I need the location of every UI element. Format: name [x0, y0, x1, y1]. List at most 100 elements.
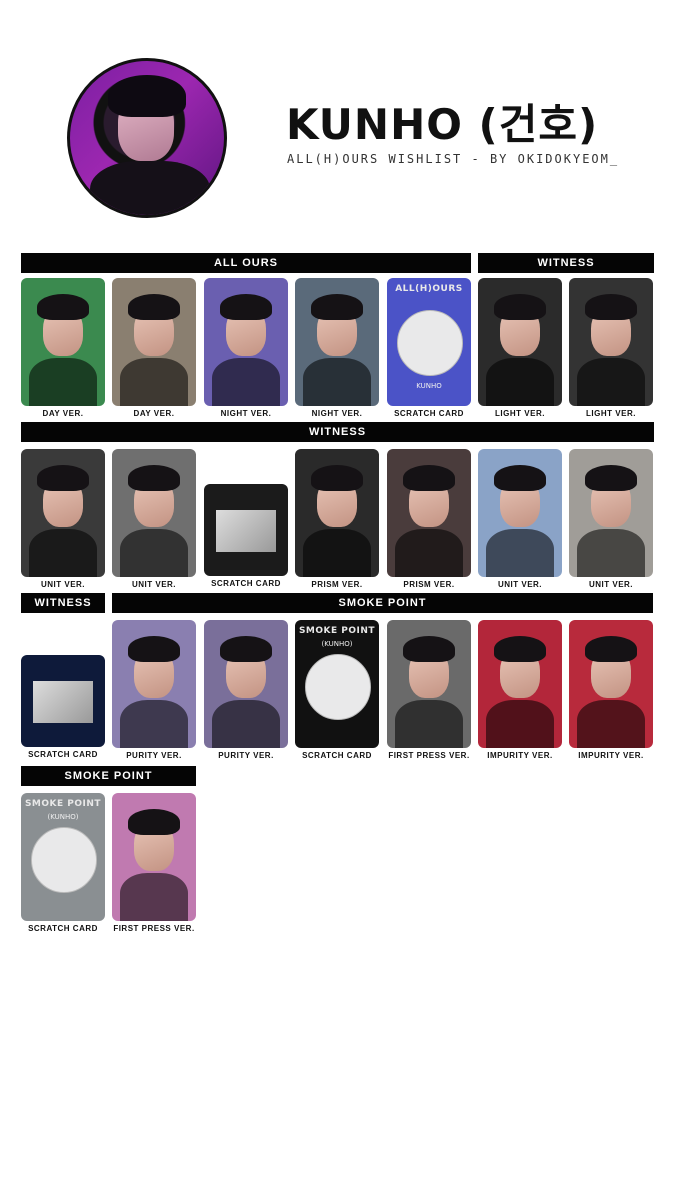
scratch-circle — [31, 827, 97, 893]
card-caption: PRISM VER. — [403, 580, 455, 589]
photocard — [112, 793, 196, 921]
card-body — [120, 358, 188, 406]
card-caption: SCRATCH CARD — [28, 750, 98, 759]
card-hair — [128, 636, 180, 662]
card-caption: FIRST PRESS VER. — [388, 751, 470, 760]
photocard — [478, 278, 562, 406]
card-hair — [128, 465, 180, 491]
photocard: SMOKE POINT (KUNHO) — [295, 620, 379, 748]
scratch-circle — [397, 310, 463, 376]
card-caption: LIGHT VER. — [495, 409, 545, 418]
page-subtitle: ALL(H)OURS WISHLIST - BY OKIDOKYEOM_ — [287, 152, 620, 166]
card-hair — [494, 636, 546, 662]
card-body — [577, 700, 645, 748]
photocard: SMOKE POINT (KUNHO) — [21, 793, 105, 921]
section-header-witness: WITNESS — [21, 422, 654, 442]
photocard — [387, 449, 471, 577]
card-hair — [311, 465, 363, 491]
card-body — [395, 529, 463, 577]
card-hair — [403, 465, 455, 491]
photocard — [569, 449, 653, 577]
photocard — [569, 278, 653, 406]
card-body — [577, 529, 645, 577]
photocard — [204, 278, 288, 406]
card-caption: SCRATCH CARD — [28, 924, 98, 933]
photocard — [112, 278, 196, 406]
card-caption: UNIT VER. — [40, 580, 86, 589]
card-hair — [220, 636, 272, 662]
card-hair — [585, 294, 637, 320]
card-caption: PRISM VER. — [311, 580, 363, 589]
card-caption: IMPURITY VER. — [487, 751, 553, 760]
card-body — [216, 510, 276, 552]
section-header-all-ours: ALL OURS — [21, 253, 471, 273]
photocard — [204, 620, 288, 748]
card-hair — [585, 636, 637, 662]
scratch-circle — [305, 654, 371, 720]
card-body — [120, 700, 188, 748]
section-header-smoke-point: SMOKE POINT — [21, 766, 196, 786]
photocard — [387, 620, 471, 748]
section-header-witness: WITNESS — [478, 253, 654, 273]
card-caption: FIRST PRESS VER. — [113, 924, 195, 933]
card-body — [120, 873, 188, 921]
card-body — [303, 358, 371, 406]
card-hair — [585, 465, 637, 491]
card-hair — [311, 294, 363, 320]
section-header-witness: WITNESS — [21, 593, 105, 613]
profile-avatar — [67, 58, 227, 218]
card-caption: PURITY VER. — [218, 751, 274, 760]
card-caption: SCRATCH CARD — [394, 409, 464, 418]
card-caption: UNIT VER. — [131, 580, 177, 589]
card-caption: DAY VER. — [42, 409, 84, 418]
photocard — [21, 278, 105, 406]
page-title: KUNHO (건호) — [286, 100, 599, 149]
card-logo-text: ALL(H)OURS — [395, 284, 463, 294]
card-caption: DAY VER. — [133, 409, 175, 418]
photocard — [21, 655, 105, 747]
card-body — [395, 700, 463, 748]
photocard: ALL(H)OURS KUNHO — [387, 278, 471, 406]
card-caption: IMPURITY VER. — [578, 751, 644, 760]
card-logo-text: SMOKE POINT — [298, 626, 376, 636]
card-caption: UNIT VER. — [497, 580, 543, 589]
card-hair — [403, 636, 455, 662]
card-hair — [220, 294, 272, 320]
card-hair — [37, 465, 89, 491]
card-caption: UNIT VER. — [588, 580, 634, 589]
card-body — [486, 529, 554, 577]
avatar-body — [90, 161, 210, 215]
card-body — [486, 358, 554, 406]
card-caption: NIGHT VER. — [220, 409, 272, 418]
card-hair — [494, 294, 546, 320]
card-caption: SCRATCH CARD — [211, 579, 281, 588]
card-body — [29, 358, 97, 406]
section-header-smoke-point: SMOKE POINT — [112, 593, 653, 613]
photocard — [569, 620, 653, 748]
card-name-text: (KUNHO) — [321, 640, 353, 648]
photocard — [112, 620, 196, 748]
card-name-text: (KUNHO) — [47, 813, 79, 821]
card-body — [29, 529, 97, 577]
card-body — [33, 681, 93, 723]
card-hair — [494, 465, 546, 491]
photocard — [204, 484, 288, 576]
card-body — [212, 700, 280, 748]
photocard — [112, 449, 196, 577]
photocard — [295, 449, 379, 577]
photocard — [478, 620, 562, 748]
photocard — [295, 278, 379, 406]
card-hair — [37, 294, 89, 320]
card-caption: NIGHT VER. — [311, 409, 363, 418]
card-body — [212, 358, 280, 406]
card-body — [577, 358, 645, 406]
card-caption: PURITY VER. — [126, 751, 182, 760]
card-body — [303, 529, 371, 577]
card-hair — [128, 294, 180, 320]
card-caption: LIGHT VER. — [586, 409, 636, 418]
card-body — [120, 529, 188, 577]
card-hair — [128, 809, 180, 835]
card-logo-text: SMOKE POINT — [24, 799, 102, 809]
card-name-text: KUNHO — [416, 382, 442, 390]
avatar-hair — [108, 75, 186, 117]
